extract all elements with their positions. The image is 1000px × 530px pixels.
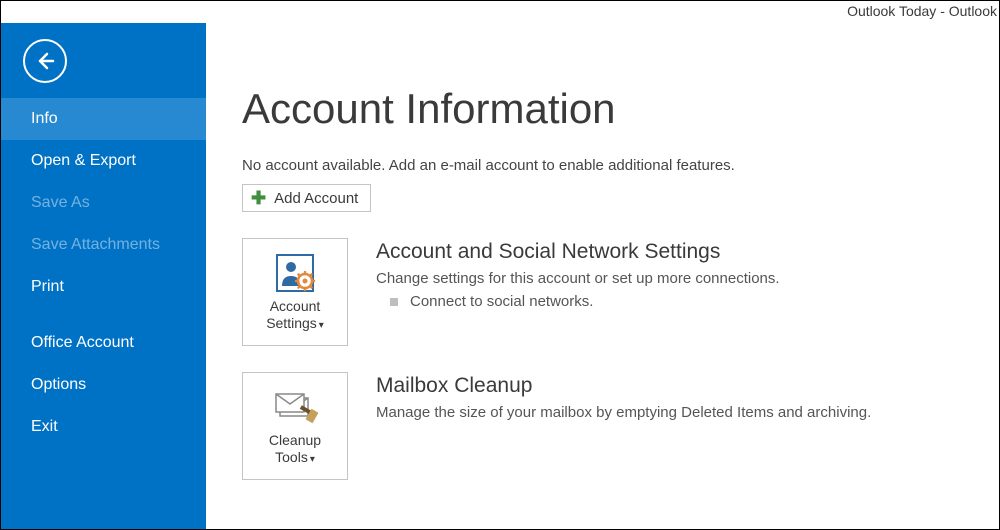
sidebar-item-open-export[interactable]: Open & Export (1, 140, 206, 182)
cleanup-tools-tile[interactable]: Cleanup Tools▾ (242, 372, 348, 480)
backstage-sidebar: Info Open & Export Save As Save Attachme… (1, 23, 206, 529)
section-title: Account and Social Network Settings (376, 240, 975, 264)
sidebar-item-save-as: Save As (1, 182, 206, 224)
section-title: Mailbox Cleanup (376, 374, 975, 398)
section-account-settings: Account Settings▾ Account and Social Net… (242, 238, 975, 346)
window-title: Outlook Today - Outlook (1, 1, 999, 23)
layout: Info Open & Export Save As Save Attachme… (1, 23, 999, 529)
sidebar-item-office-account[interactable]: Office Account (1, 322, 206, 364)
bullet-label: Connect to social networks. (410, 293, 593, 310)
section-text: Mailbox Cleanup Manage the size of your … (376, 372, 975, 480)
sidebar-item-options[interactable]: Options (1, 364, 206, 406)
page-subtitle: No account available. Add an e-mail acco… (242, 157, 975, 174)
account-settings-tile[interactable]: Account Settings▾ (242, 238, 348, 346)
back-button[interactable] (23, 39, 67, 83)
chevron-down-icon: ▾ (310, 454, 315, 465)
cleanup-tools-icon (272, 383, 318, 431)
sidebar-item-exit[interactable]: Exit (1, 406, 206, 448)
sidebar-item-info[interactable]: Info (1, 98, 206, 140)
sidebar-item-label: Save As (31, 194, 90, 212)
sidebar-item-label: Info (31, 110, 58, 128)
sidebar-item-label: Office Account (31, 334, 134, 352)
sidebar-item-print[interactable]: Print (1, 266, 206, 308)
tile-label-line2: Tools▾ (275, 449, 315, 465)
page-title: Account Information (242, 85, 975, 133)
section-desc: Change settings for this account or set … (376, 270, 975, 287)
section-text: Account and Social Network Settings Chan… (376, 238, 975, 346)
chevron-down-icon: ▾ (319, 320, 324, 331)
sidebar-item-label: Open & Export (31, 152, 136, 170)
main-content: Account Information No account available… (206, 23, 999, 529)
sidebar-item-label: Exit (31, 418, 58, 436)
back-row (1, 23, 206, 98)
sidebar-item-label: Save Attachments (31, 236, 160, 254)
sidebar-item-label: Options (31, 376, 86, 394)
add-account-label: Add Account (274, 190, 358, 207)
section-desc: Manage the size of your mailbox by empty… (376, 404, 975, 421)
tile-label-line1: Account (270, 298, 321, 314)
tile-label-line2: Settings▾ (266, 315, 324, 331)
section-mailbox-cleanup: Cleanup Tools▾ Mailbox Cleanup Manage th… (242, 372, 975, 480)
bullet-icon (390, 298, 398, 306)
sidebar-item-save-attachments: Save Attachments (1, 224, 206, 266)
plus-icon: ✚ (251, 189, 266, 207)
tile-label-line1: Cleanup (269, 432, 321, 448)
arrow-left-icon (33, 49, 57, 73)
sidebar-item-label: Print (31, 278, 64, 296)
bullet-connect-social[interactable]: Connect to social networks. (376, 293, 975, 310)
add-account-button[interactable]: ✚ Add Account (242, 184, 371, 212)
account-settings-icon (274, 249, 316, 297)
